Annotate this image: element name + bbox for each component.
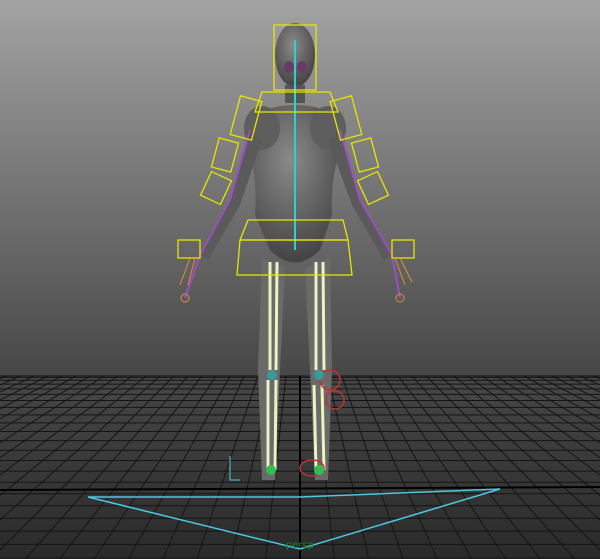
maya-perspective-viewport[interactable]: persp — [0, 0, 600, 559]
camera-label: persp — [285, 540, 315, 551]
viewport-canvas[interactable] — [0, 0, 600, 559]
